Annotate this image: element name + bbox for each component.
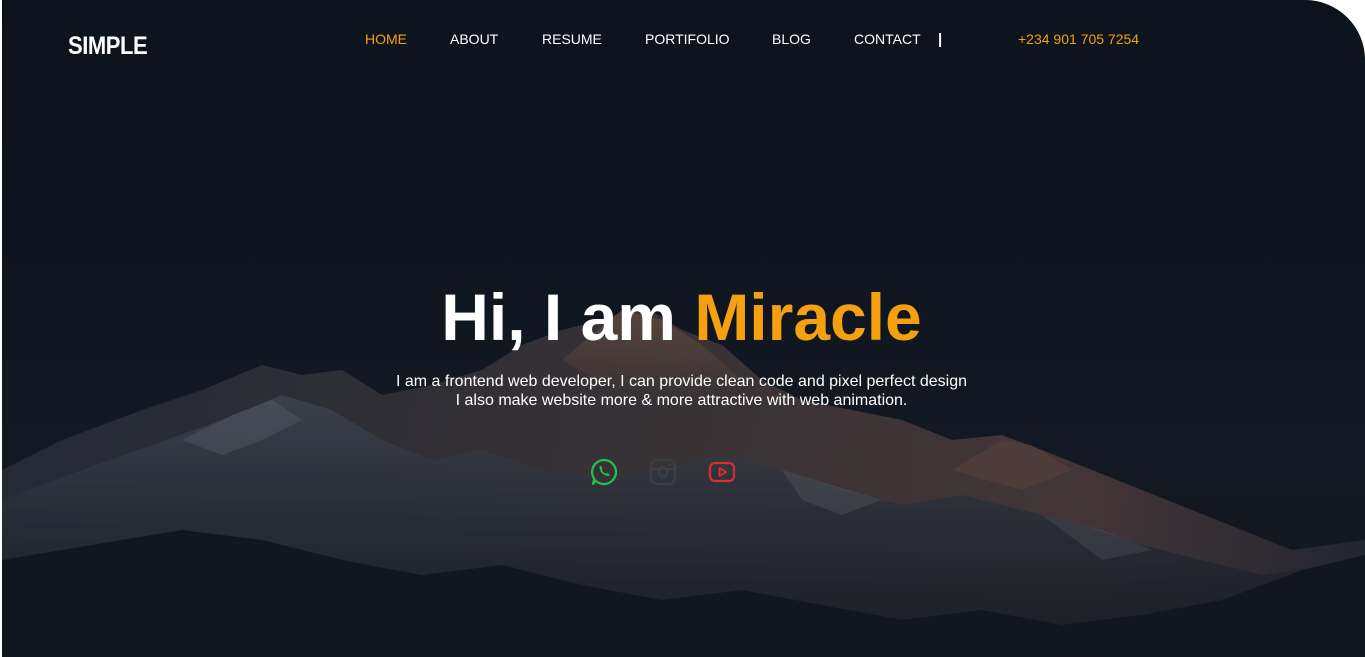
hero-greeting: Hi, I am (441, 280, 676, 354)
instagram-link[interactable] (648, 457, 678, 487)
nav-item-home[interactable]: HOME (365, 31, 407, 47)
youtube-icon (708, 461, 736, 483)
hero-description-line-2: I also make website more & more attracti… (455, 392, 908, 409)
youtube-link[interactable] (707, 457, 737, 487)
instagram-icon (649, 458, 677, 486)
phone-number-link[interactable]: +234 901 705 7254 (1018, 31, 1139, 47)
main-navigation: HOME ABOUT RESUME PORTIFOLIO BLOG CONTAC… (0, 31, 1363, 51)
nav-item-blog[interactable]: BLOG (772, 31, 811, 47)
hero-headline: Hi, I am Miracle (0, 279, 1363, 355)
nav-item-about[interactable]: ABOUT (450, 31, 498, 47)
hero-name: Miracle (694, 280, 922, 354)
whatsapp-link[interactable] (589, 457, 619, 487)
nav-item-contact[interactable]: CONTACT (854, 31, 921, 47)
nav-item-resume[interactable]: RESUME (542, 31, 602, 47)
nav-separator: | (938, 31, 943, 48)
hero-description-line-1: I am a frontend web developer, I can pro… (395, 373, 968, 390)
nav-item-portfolio[interactable]: PORTIFOLIO (645, 31, 730, 47)
whatsapp-icon (591, 458, 618, 486)
